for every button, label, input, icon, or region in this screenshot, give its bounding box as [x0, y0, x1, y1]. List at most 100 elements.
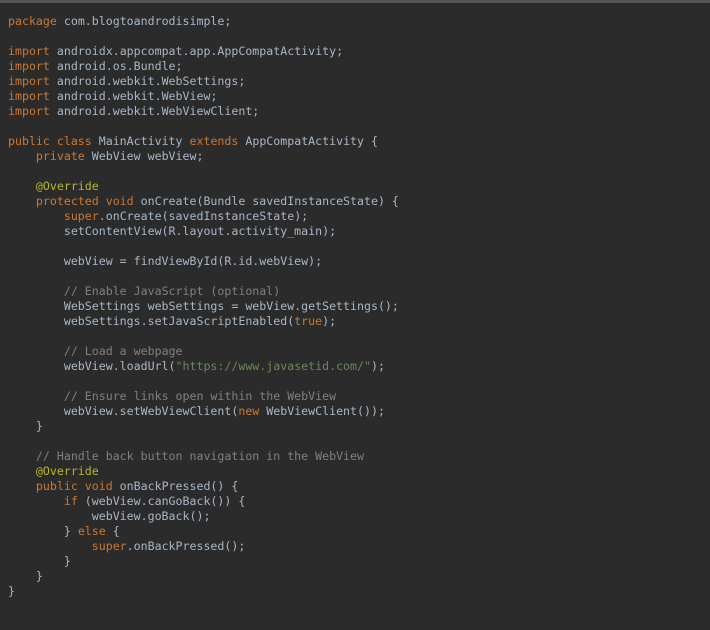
code-token-plain-text: [8, 479, 36, 493]
code-line: // Load a webpage: [8, 344, 399, 359]
code-token-plain-text: [8, 539, 92, 553]
code-token-keyword: import: [8, 104, 50, 118]
code-token-keyword: super: [63, 209, 99, 223]
code-token-plain-text: webView.goBack();: [8, 509, 211, 523]
code-editor[interactable]: package com.blogtoandrodisimple; import …: [0, 0, 710, 630]
code-token-plain-text: webView.loadUrl(: [8, 359, 176, 373]
code-line: import android.webkit.WebViewClient;: [8, 104, 399, 119]
code-token-plain-text: [8, 464, 36, 478]
code-token-string: "https://www.javasetid.com/": [175, 359, 371, 373]
code-token-plain-text: .onCreate(savedInstanceState);: [98, 209, 309, 223]
code-token-plain-text: webView.setWebViewClient(: [8, 404, 239, 418]
code-token-keyword: import: [8, 44, 50, 58]
code-token-plain-text: );: [370, 359, 385, 373]
code-token-plain-text: }: [8, 569, 43, 583]
code-line: }: [8, 569, 399, 584]
code-token-plain-text: [8, 179, 36, 193]
code-line: import android.os.Bundle;: [8, 59, 399, 74]
code-line: WebSettings webSettings = webView.getSet…: [8, 299, 399, 314]
code-line: // Enable JavaScript (optional): [8, 284, 399, 299]
code-line: package com.blogtoandrodisimple;: [8, 14, 399, 29]
code-token-keyword: public class: [8, 134, 92, 148]
code-line: webView = findViewById(R.id.webView);: [8, 254, 399, 269]
code-line: }: [8, 584, 399, 599]
code-token-plain-text: }: [8, 584, 15, 598]
code-line: import android.webkit.WebView;: [8, 89, 399, 104]
code-token-plain-text: WebSettings webSettings = webView.getSet…: [8, 299, 399, 313]
code-token-keyword: true: [294, 314, 323, 328]
code-token-keyword: new: [238, 404, 260, 418]
code-line: @Override: [8, 464, 399, 479]
code-token-annotation: @Override: [35, 464, 99, 478]
code-token-plain-text: AppCompatActivity {: [238, 134, 378, 148]
code-line: super.onCreate(savedInstanceState);: [8, 209, 399, 224]
code-token-plain-text: android.os.Bundle;: [49, 59, 183, 73]
code-line: // Handle back button navigation in the …: [8, 449, 399, 464]
code-token-plain-text: androidx.appcompat.app.AppCompatActivity…: [49, 44, 344, 58]
code-token-comment: // Ensure links open within the WebView: [63, 389, 337, 403]
code-token-keyword: else: [77, 524, 106, 538]
code-line: webSettings.setJavaScriptEnabled(true);: [8, 314, 399, 329]
code-token-plain-text: com.blogtoandrodisimple;: [56, 14, 232, 28]
code-token-keyword: extends: [189, 134, 239, 148]
code-token-plain-text: onBackPressed() {: [112, 479, 239, 493]
code-token-plain-text: onCreate(Bundle savedInstanceState) {: [133, 194, 399, 208]
code-token-keyword: package: [8, 14, 57, 28]
code-token-plain-text: [8, 194, 36, 208]
code-line: protected void onCreate(Bundle savedInst…: [8, 194, 399, 209]
code-token-plain-text: [8, 149, 36, 163]
code-line: public void onBackPressed() {: [8, 479, 399, 494]
code-token-plain-text: android.webkit.WebViewClient;: [49, 104, 260, 118]
code-token-plain-text: webSettings.setJavaScriptEnabled(: [8, 314, 295, 328]
code-token-plain-text: [8, 284, 64, 298]
code-token-plain-text: WebViewClient());: [259, 404, 385, 418]
code-token-plain-text: }: [8, 419, 43, 433]
code-token-plain-text: }: [8, 524, 78, 538]
code-line: setContentView(R.layout.activity_main);: [8, 224, 399, 239]
code-line: }: [8, 419, 399, 434]
code-token-comment: // Enable JavaScript (optional): [63, 284, 281, 298]
code-token-plain-text: webView = findViewById(R.id.webView);: [8, 254, 323, 268]
code-line: // Ensure links open within the WebView: [8, 389, 399, 404]
code-token-plain-text: [8, 389, 64, 403]
code-token-keyword: public void: [35, 479, 113, 493]
code-token-plain-text: [8, 449, 36, 463]
code-token-plain-text: WebView webView;: [84, 149, 204, 163]
code-line: private WebView webView;: [8, 149, 399, 164]
code-line: webView.setWebViewClient(new WebViewClie…: [8, 404, 399, 419]
code-line: webView.goBack();: [8, 509, 399, 524]
code-line: webView.loadUrl("https://www.javasetid.c…: [8, 359, 399, 374]
code-token-keyword: import: [8, 74, 50, 88]
code-token-plain-text: );: [322, 314, 337, 328]
code-token-keyword: import: [8, 59, 50, 73]
code-area[interactable]: package com.blogtoandrodisimple; import …: [8, 14, 399, 599]
code-token-keyword: private: [35, 149, 85, 163]
code-token-comment: // Load a webpage: [63, 344, 183, 358]
code-token-plain-text: setContentView(R.layout.activity_main);: [8, 224, 337, 238]
code-token-plain-text: android.webkit.WebSettings;: [49, 74, 246, 88]
code-token-plain-text: MainActivity: [91, 134, 190, 148]
code-token-plain-text: }: [8, 554, 71, 568]
code-line: import android.webkit.WebSettings;: [8, 74, 399, 89]
code-token-plain-text: .onBackPressed();: [126, 539, 246, 553]
code-token-keyword: import: [8, 89, 50, 103]
code-line: public class MainActivity extends AppCom…: [8, 134, 399, 149]
code-line: import androidx.appcompat.app.AppCompatA…: [8, 44, 399, 59]
code-line: }: [8, 554, 399, 569]
code-token-plain-text: android.webkit.WebView;: [49, 89, 218, 103]
code-token-plain-text: (webView.canGoBack()) {: [77, 494, 246, 508]
code-token-plain-text: [8, 209, 64, 223]
code-token-plain-text: [8, 494, 64, 508]
editor-top-border: [0, 0, 710, 3]
code-line: super.onBackPressed();: [8, 539, 399, 554]
code-token-plain-text: [8, 344, 64, 358]
code-token-keyword: if: [63, 494, 78, 508]
